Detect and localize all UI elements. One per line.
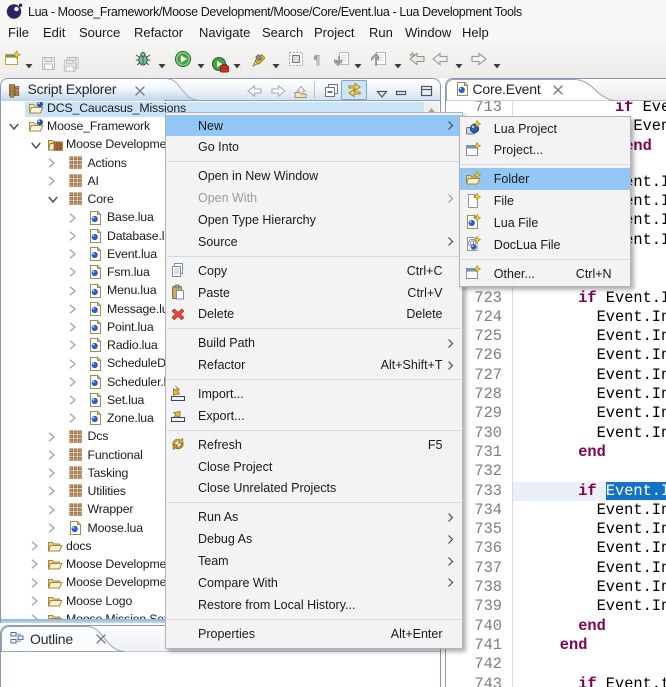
svg-text:¶: ¶ — [313, 53, 321, 68]
